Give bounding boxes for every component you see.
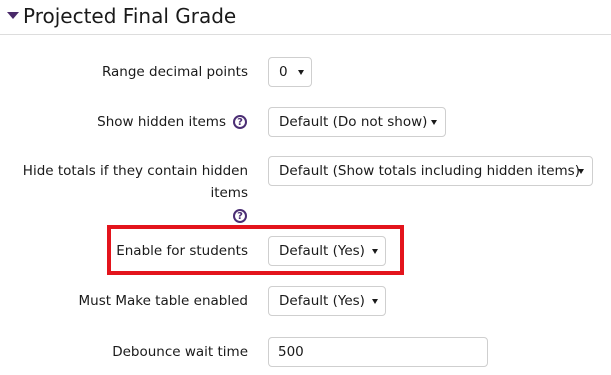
section-header[interactable]: Projected Final Grade bbox=[0, 0, 611, 35]
show-hidden-items-select[interactable]: Default (Do not show) bbox=[268, 107, 446, 137]
enable-for-students-label: Enable for students bbox=[116, 243, 248, 259]
range-decimal-points-label: Range decimal points bbox=[101, 64, 248, 80]
debounce-wait-time-label: Debounce wait time bbox=[112, 344, 248, 360]
must-make-table-value: Default (Yes) bbox=[279, 293, 365, 309]
show-hidden-items-label: Show hidden items bbox=[97, 114, 226, 130]
help-icon[interactable]: ? bbox=[233, 209, 247, 223]
caret-down-icon bbox=[578, 169, 584, 174]
triangle-down-icon[interactable] bbox=[7, 12, 19, 19]
show-hidden-items-value: Default (Do not show) bbox=[279, 114, 428, 130]
hide-totals-value: Default (Show totals including hidden it… bbox=[279, 163, 580, 179]
caret-down-icon bbox=[431, 120, 437, 125]
debounce-wait-time-input[interactable]: 500 bbox=[268, 337, 488, 367]
hide-totals-label: Hide totals if they contain hidden items bbox=[22, 163, 248, 201]
must-make-table-label: Must Make table enabled bbox=[78, 293, 249, 309]
enable-for-students-value: Default (Yes) bbox=[279, 243, 365, 259]
hide-totals-select[interactable]: Default (Show totals including hidden it… bbox=[268, 156, 593, 186]
caret-down-icon bbox=[298, 70, 304, 75]
range-decimal-points-value: 0 bbox=[279, 64, 288, 80]
must-make-table-select[interactable]: Default (Yes) bbox=[268, 286, 386, 316]
range-decimal-points-select[interactable]: 0 bbox=[268, 57, 312, 87]
enable-for-students-select[interactable]: Default (Yes) bbox=[268, 236, 386, 266]
page: Projected Final Grade Range decimal poin… bbox=[0, 0, 611, 375]
debounce-wait-time-value: 500 bbox=[278, 344, 304, 360]
caret-down-icon bbox=[372, 249, 378, 254]
section-title: Projected Final Grade bbox=[23, 4, 237, 28]
help-icon[interactable]: ? bbox=[233, 115, 247, 129]
caret-down-icon bbox=[372, 299, 378, 304]
